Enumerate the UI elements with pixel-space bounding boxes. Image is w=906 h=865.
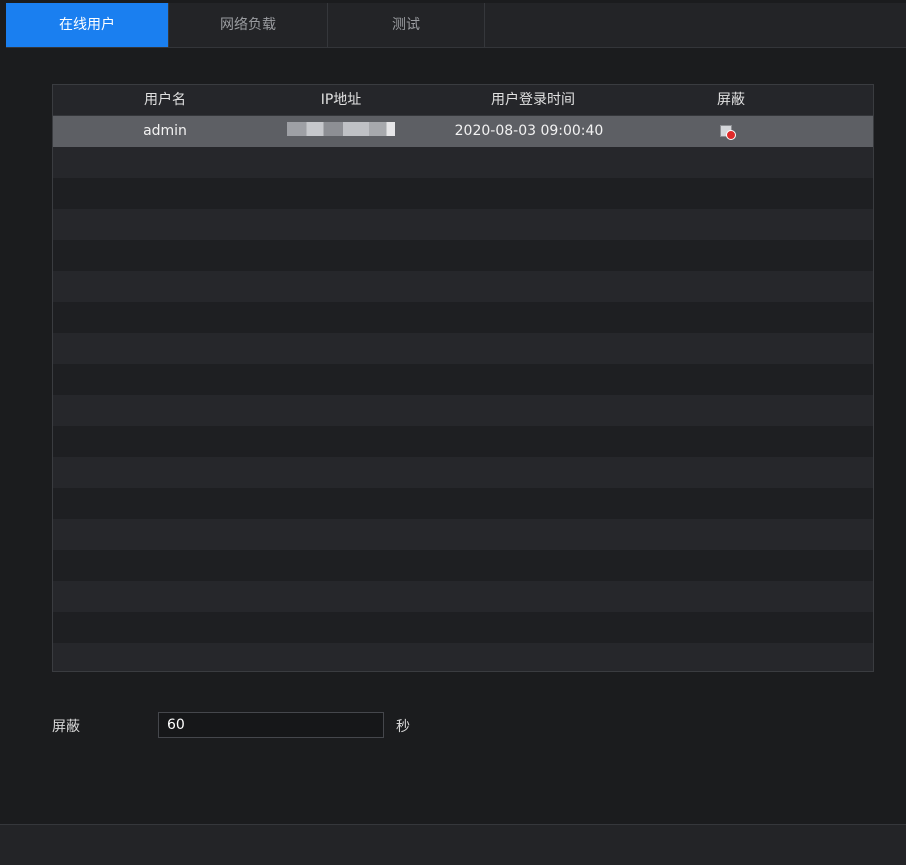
table-row-empty	[53, 519, 873, 550]
column-header-ip: IP地址	[320, 92, 362, 108]
block-duration-label: 屏蔽	[52, 719, 80, 735]
cell-ip-masked	[287, 122, 395, 136]
column-header-username: 用户名	[144, 92, 186, 108]
table-row-empty	[53, 581, 873, 612]
table-row-empty	[53, 643, 873, 671]
cell-login-time: 2020-08-03 09:00:40	[454, 123, 604, 139]
block-user-icon[interactable]	[720, 125, 736, 140]
table-row-empty	[53, 457, 873, 488]
table-row-empty	[53, 209, 873, 240]
tab-divider	[484, 3, 485, 47]
column-header-block: 屏蔽	[717, 92, 745, 108]
table-row-empty	[53, 364, 873, 395]
table-row-empty	[53, 302, 873, 333]
table-row-empty	[53, 271, 873, 302]
table-row[interactable]: admin 2020-08-03 09:00:40	[53, 116, 873, 147]
table-row-empty	[53, 426, 873, 457]
online-users-table: 用户名 IP地址 用户登录时间 屏蔽 admin 2020-08-03 09:0…	[52, 84, 874, 672]
cell-username: admin	[143, 123, 187, 139]
block-duration-unit: 秒	[396, 719, 410, 735]
footer-bar	[0, 824, 906, 865]
table-row-empty	[53, 240, 873, 271]
tab-online-users[interactable]: 在线用户	[6, 3, 168, 47]
table-row-empty	[53, 550, 873, 581]
table-row-empty	[53, 395, 873, 426]
tab-bar: 在线用户 网络负载 测试	[6, 3, 906, 48]
block-icon-dot	[726, 130, 736, 140]
tab-test[interactable]: 测试	[328, 3, 484, 47]
table-row-empty	[53, 612, 873, 643]
column-header-login-time: 用户登录时间	[491, 92, 575, 108]
table-row-empty	[53, 333, 873, 364]
table-row-empty	[53, 147, 873, 178]
table-row-empty	[53, 488, 873, 519]
tab-network-load[interactable]: 网络负载	[169, 3, 327, 47]
table-body: admin 2020-08-03 09:00:40	[53, 116, 873, 671]
block-duration-input[interactable]	[158, 712, 384, 738]
table-row-empty	[53, 178, 873, 209]
table-header: 用户名 IP地址 用户登录时间 屏蔽	[53, 85, 873, 116]
